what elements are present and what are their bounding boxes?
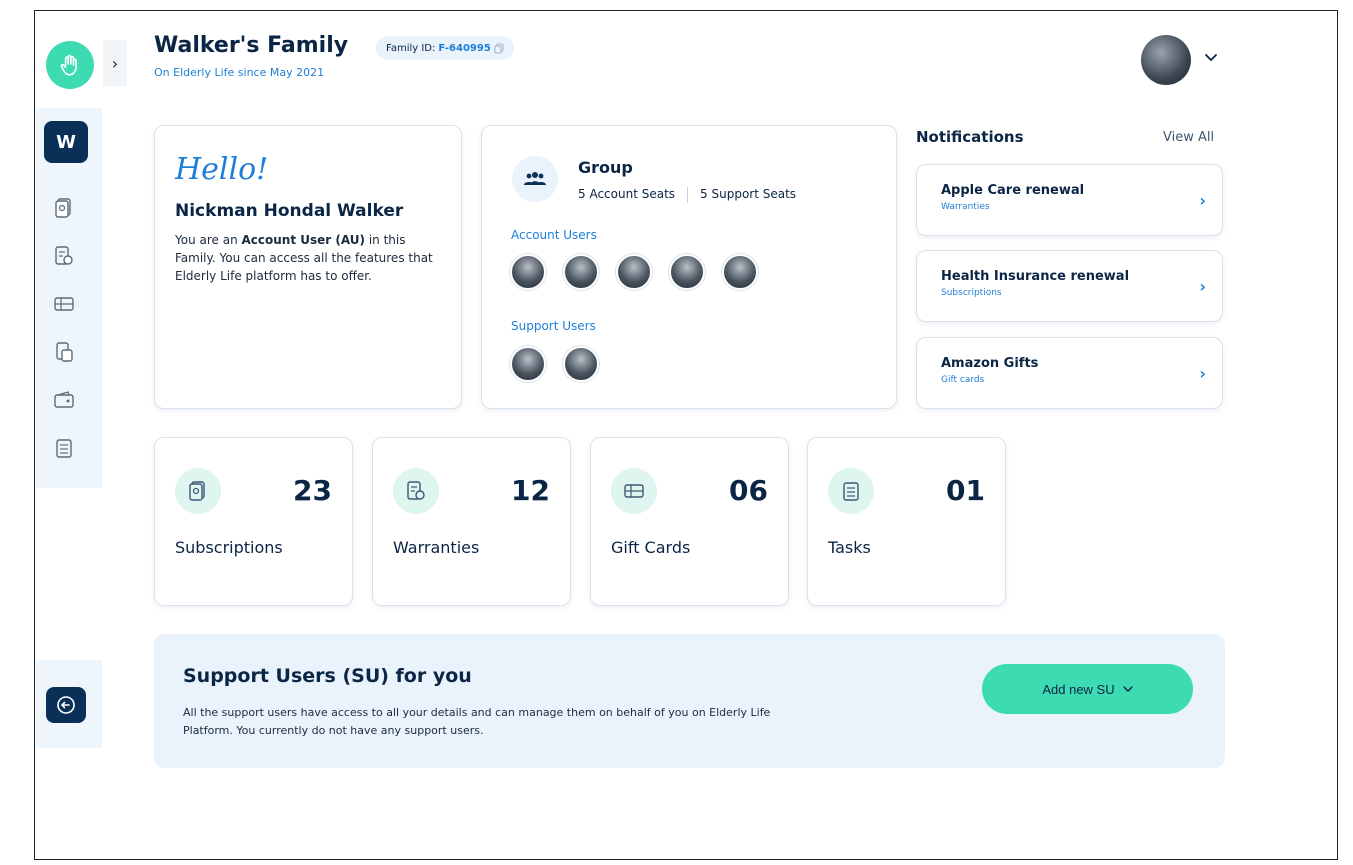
notification-item[interactable]: Health Insurance renewal Subscriptions ›: [916, 250, 1223, 322]
seats-divider: [687, 187, 689, 203]
stat-label: Warranties: [393, 538, 480, 557]
stat-label: Gift Cards: [611, 538, 691, 557]
warranties-icon: [55, 246, 73, 265]
stat-value: 01: [946, 474, 985, 507]
sidebar-item-tasks[interactable]: [52, 436, 76, 460]
role-name: Account User (AU): [241, 233, 366, 247]
user-avatar[interactable]: [722, 254, 758, 290]
subscriptions-icon: [175, 468, 221, 514]
chevron-right-icon: ›: [1199, 277, 1206, 296]
app-logo[interactable]: [46, 41, 94, 89]
notification-category: Subscriptions: [941, 288, 1002, 298]
family-badge[interactable]: W: [44, 121, 88, 163]
stat-card-gift-cards[interactable]: 06 Gift Cards: [590, 437, 789, 606]
chevron-right-icon: ›: [1199, 191, 1206, 210]
sidebar-item-documents[interactable]: [52, 340, 76, 364]
role-desc-prefix: You are an: [175, 233, 242, 247]
user-avatar[interactable]: [563, 346, 599, 382]
account-menu-chevron[interactable]: [1205, 50, 1217, 66]
member-since: On Elderly Life since May 2021: [154, 66, 325, 79]
tasks-icon: [56, 439, 72, 458]
chevron-right-icon: ›: [111, 53, 119, 73]
hello-greeting: Hello!: [175, 152, 269, 187]
chevron-down-icon: [1205, 54, 1217, 62]
documents-icon: [56, 342, 73, 362]
hello-card: Hello! Nickman Hondal Walker You are an …: [154, 125, 462, 409]
family-id-badge[interactable]: Family ID: F-640995: [376, 36, 514, 60]
notification-name: Health Insurance renewal: [941, 269, 1130, 284]
support-seats: 5 Support Seats: [700, 187, 797, 201]
notification-name: Amazon Gifts: [941, 356, 1039, 371]
chevron-down-icon: [1122, 685, 1133, 692]
subscriptions-icon: [55, 198, 71, 218]
gift-cards-icon: [611, 468, 657, 514]
hand-wave-icon: [60, 54, 77, 76]
account-seats: 5 Account Seats: [578, 187, 676, 201]
user-full-name: Nickman Hondal Walker: [175, 201, 404, 221]
user-avatar[interactable]: [669, 254, 705, 290]
account-users-label: Account Users: [511, 228, 597, 242]
warranties-icon: [393, 468, 439, 514]
copy-icon[interactable]: [494, 43, 504, 54]
sidebar-item-wallet[interactable]: [52, 388, 76, 412]
support-users-title: Support Users (SU) for you: [183, 665, 472, 687]
stat-label: Tasks: [828, 538, 871, 557]
notification-item[interactable]: Amazon Gifts Gift cards ›: [916, 337, 1223, 409]
sidebar-item-subscriptions[interactable]: [52, 196, 76, 220]
group-title: Group: [578, 158, 633, 177]
user-avatar[interactable]: [563, 254, 599, 290]
stat-card-warranties[interactable]: 12 Warranties: [372, 437, 571, 606]
stat-card-subscriptions[interactable]: 23 Subscriptions: [154, 437, 353, 606]
support-users-panel: Support Users (SU) for you All the suppo…: [154, 634, 1225, 768]
notifications-title: Notifications: [916, 128, 1024, 146]
notification-item[interactable]: Apple Care renewal Warranties ›: [916, 164, 1223, 236]
stat-card-tasks[interactable]: 01 Tasks: [807, 437, 1006, 606]
role-description: You are an Account User (AU) in this Fam…: [175, 231, 441, 285]
user-avatar[interactable]: [616, 254, 652, 290]
user-avatar[interactable]: [510, 346, 546, 382]
stat-label: Subscriptions: [175, 538, 283, 557]
logout-icon: [57, 696, 75, 714]
stat-value: 23: [293, 474, 332, 507]
user-avatar[interactable]: [1141, 35, 1191, 85]
user-avatar[interactable]: [510, 254, 546, 290]
add-new-su-button[interactable]: Add new SU: [982, 664, 1193, 714]
stat-value: 06: [729, 474, 768, 507]
stat-value: 12: [511, 474, 550, 507]
support-users-label: Support Users: [511, 319, 596, 333]
group-icon: [512, 156, 558, 202]
sidebar-expand-button[interactable]: ›: [103, 40, 127, 86]
notification-category: Warranties: [941, 202, 990, 212]
view-all-link[interactable]: View All: [1163, 130, 1214, 145]
notification-category: Gift cards: [941, 375, 985, 385]
tasks-icon: [828, 468, 874, 514]
notification-name: Apple Care renewal: [941, 183, 1085, 198]
page-title: Walker's Family: [154, 33, 349, 58]
sidebar-item-gift-cards[interactable]: [52, 292, 76, 316]
family-id-value: F-640995: [438, 42, 491, 54]
sidebar-item-warranties[interactable]: [52, 244, 76, 268]
wallet-icon: [54, 391, 74, 408]
add-new-su-label: Add new SU: [1042, 681, 1115, 697]
gift-cards-icon: [54, 297, 74, 311]
chevron-right-icon: ›: [1199, 364, 1206, 383]
group-card: Group 5 Account Seats 5 Support Seats Ac…: [481, 125, 897, 409]
logout-button[interactable]: [46, 687, 86, 723]
group-seats: 5 Account Seats 5 Support Seats: [578, 187, 796, 203]
family-id-label: Family ID:: [386, 42, 436, 54]
support-users-description: All the support users have access to all…: [183, 706, 771, 737]
